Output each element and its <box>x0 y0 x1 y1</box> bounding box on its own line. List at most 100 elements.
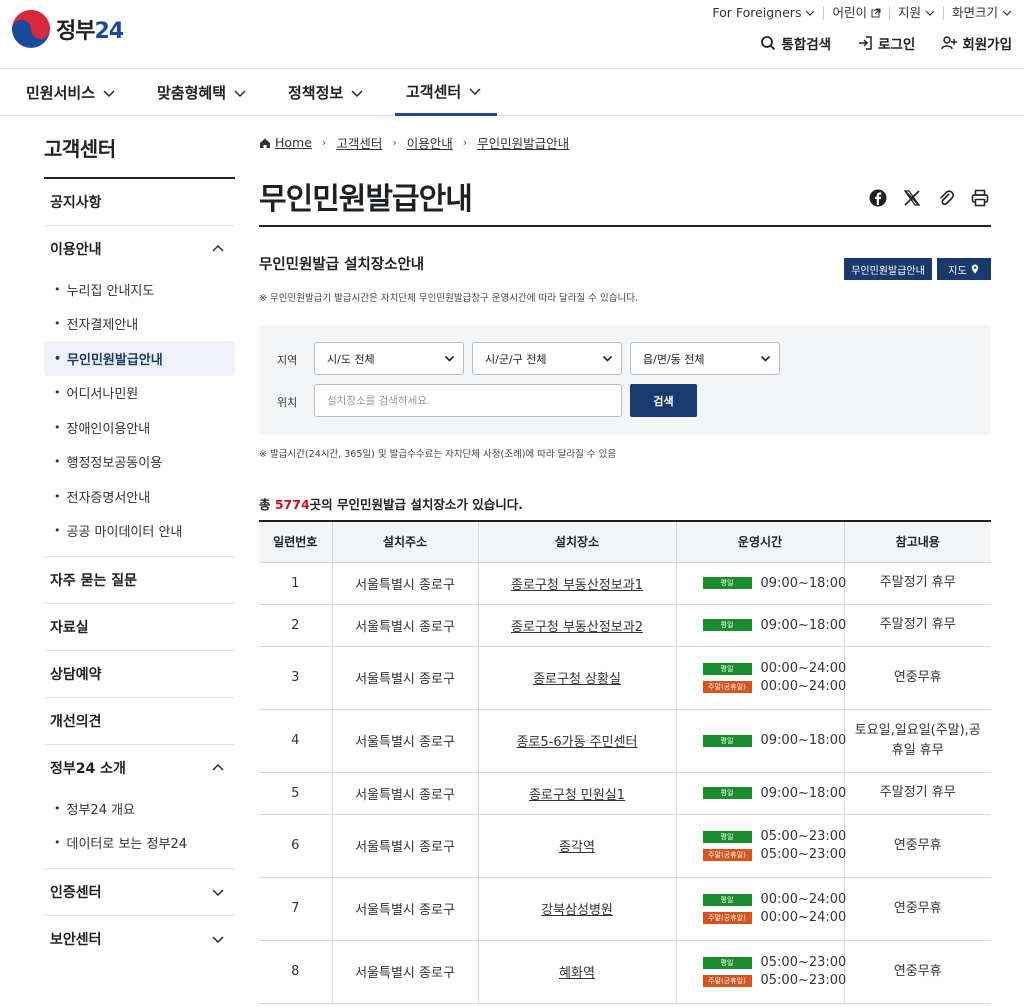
sidebar-item-usage-guide[interactable]: 이용안내 <box>44 226 235 272</box>
home-icon <box>260 138 270 148</box>
cell-place: 종로구청 부동산정보과2 <box>477 604 676 647</box>
cell-address: 서울특별시 종로구 <box>331 940 478 1004</box>
place-link[interactable]: 종로구청 부동산정보과1 <box>511 578 643 593</box>
x-twitter-icon[interactable] <box>902 188 922 208</box>
chevron-down-icon <box>469 88 481 95</box>
eupmyeondong-select[interactable]: 읍/면/동 전체 <box>630 342 780 375</box>
add-user-icon <box>941 36 958 50</box>
sidebar-item-security-center[interactable]: 보안센터 <box>44 916 235 962</box>
table-row: 5 서울특별시 종로구 종로구청 민원실1 평일 09:00~18:00 주말정기 휴무 <box>259 772 991 815</box>
issue-time-note: ※ 무인민원발급기 발급시간은 자치단체 무인민원발급창구 운영시간에 따라 달… <box>259 293 639 304</box>
login-button[interactable]: 로그인 <box>857 33 915 53</box>
cell-place: 종로5-6가동 주민센터 <box>477 709 676 773</box>
breadcrumb: Home › 고객센터 › 이용안내 › 무인민원발급안내 <box>259 133 569 152</box>
location-search-input[interactable]: 설치장소를 검색하세요. <box>314 384 622 417</box>
taegeuk-logo-icon <box>12 10 50 48</box>
location-label: 위치 <box>277 396 298 409</box>
sigungu-select[interactable]: 시/군/구 전체 <box>472 342 622 375</box>
weekday-hours: 09:00~18:00 <box>760 575 847 591</box>
place-link[interactable]: 종로5-6가동 주민센터 <box>516 735 637 750</box>
breadcrumb-home[interactable]: Home <box>275 135 312 150</box>
cell-place: 종로구청 상황실 <box>477 646 676 710</box>
link-copy-icon[interactable] <box>936 188 956 208</box>
cell-no: 7 <box>259 877 332 941</box>
cell-address: 서울특별시 종로구 <box>331 814 478 878</box>
header-actions: 통합검색 로그인 회원가입 <box>760 33 1012 53</box>
cell-remark: 연중무휴 <box>843 646 991 710</box>
sidebar-subitem-mydata[interactable]: 공공 마이데이터 안내 <box>44 514 235 549</box>
sidebar-item-auth-center[interactable]: 인증센터 <box>44 869 235 915</box>
nav-custom-benefits[interactable]: 맞춤형혜택 <box>157 69 246 116</box>
map-button[interactable]: 지도 <box>937 258 991 280</box>
weekday-tag: 평일 <box>702 787 752 799</box>
cell-hours: 평일 09:00~18:00 <box>675 604 847 647</box>
breadcrumb-separator-icon: › <box>462 136 468 149</box>
print-icon[interactable] <box>970 188 990 208</box>
map-pin-icon <box>971 264 978 274</box>
sidebar-subitem-kiosk[interactable]: 무인민원발급안내 <box>44 341 235 376</box>
place-link[interactable]: 종로구청 상황실 <box>533 672 621 687</box>
kids-link[interactable]: 어린이 <box>824 6 890 20</box>
nav-civil-services[interactable]: 민원서비스 <box>26 69 115 116</box>
weekday-tag: 평일 <box>702 619 752 631</box>
cell-hours: 평일 00:00~24:00 주말(공휴일) 00:00~24:00 <box>675 877 846 941</box>
facebook-icon[interactable] <box>868 188 888 208</box>
nav-policy-info[interactable]: 정책정보 <box>288 69 363 116</box>
table-row: 1 서울특별시 종로구 종로구청 부동산정보과1 평일 09:00~18:00 주말정기 … <box>259 562 991 605</box>
sidebar-item-notice[interactable]: 공지사항 <box>44 179 235 225</box>
sidebar-subitem-epayment[interactable]: 전자결제안내 <box>44 307 235 342</box>
cell-remark: 연중무휴 <box>843 877 991 941</box>
breadcrumb-separator-icon: › <box>392 136 397 149</box>
sidebar-item-feedback[interactable]: 개선의견 <box>44 698 235 744</box>
sidebar-subitem-disabled[interactable]: 장애인이용안내 <box>44 410 235 445</box>
chevron-down-icon <box>602 355 613 362</box>
sidebar-item-about[interactable]: 정부24 소개 <box>44 745 235 791</box>
signup-button[interactable]: 회원가입 <box>941 33 1012 53</box>
place-link[interactable]: 종로구청 부동산정보과2 <box>511 620 643 635</box>
sidebar-menu: 공지사항 이용안내 누리집 안내지도 전자결제안내 무인민원발급안내 어디서나민… <box>44 177 235 962</box>
cell-remark: 주말정기 휴무 <box>843 772 991 815</box>
sidebar-item-consult[interactable]: 상담예약 <box>44 651 235 697</box>
breadcrumb-current[interactable]: 무인민원발급안내 <box>477 133 569 152</box>
place-link[interactable]: 종로구청 민원실1 <box>529 788 625 803</box>
weekend-tag: 주말(공휴일) <box>702 911 752 924</box>
place-link[interactable]: 강북삼성병원 <box>541 903 613 918</box>
nav-customer-center[interactable]: 고객센터 <box>395 69 497 116</box>
chevron-up-icon <box>212 764 224 771</box>
place-link[interactable]: 혜화역 <box>559 966 595 981</box>
weekend-tag: 주말(공휴일) <box>702 848 752 861</box>
for-foreigners-menu[interactable]: For Foreigners <box>704 6 825 20</box>
search-button[interactable]: 통합검색 <box>760 33 831 53</box>
sidebar-subitem-sitemap[interactable]: 누리집 안내지도 <box>44 272 235 307</box>
sidebar-item-library[interactable]: 자료실 <box>44 604 235 650</box>
weekend-hours: 05:00~23:00 <box>760 847 847 862</box>
weekday-tag: 평일 <box>702 734 752 747</box>
place-link[interactable]: 종각역 <box>559 840 595 855</box>
kiosk-location-table: 일련번호 설치주소 설치장소 운영시간 참고내용 1 서울특별시 종로구 종로구청 … <box>259 520 991 1004</box>
cell-address: 서울특별시 종로구 <box>331 877 478 941</box>
weekday-hours: 05:00~23:00 <box>760 955 847 970</box>
chevron-down-icon <box>103 90 115 97</box>
breadcrumb-customer-center[interactable]: 고객센터 <box>336 133 382 152</box>
sidebar-subitem-data[interactable]: 데이터로 보는 정부24 <box>44 826 235 861</box>
table-row: 2 서울특별시 종로구 종로구청 부동산정보과2 평일 09:00~18:00 주말정기 … <box>259 604 991 647</box>
sidebar-item-faq[interactable]: 자주 묻는 질문 <box>44 557 235 603</box>
breadcrumb-usage-guide[interactable]: 이용안내 <box>407 133 453 152</box>
weekday-hours: 09:00~18:00 <box>760 617 847 633</box>
chevron-down-icon <box>760 355 771 362</box>
cell-remark: 연중무휴 <box>843 940 991 1004</box>
cell-hours: 평일 00:00~24:00 주말(공휴일) 00:00~24:00 <box>675 646 847 710</box>
sidebar-subitem-ecert[interactable]: 전자증명서안내 <box>44 479 235 514</box>
sidebar-subitem-admin-share[interactable]: 행정정보공동이용 <box>44 445 235 480</box>
cell-hours: 평일 09:00~18:00 <box>675 562 847 605</box>
search-submit-button[interactable]: 검색 <box>630 384 697 417</box>
weekday-hours: 00:00~24:00 <box>760 661 847 676</box>
font-size-menu[interactable]: 화면크기 <box>944 6 1012 20</box>
sidebar-subitem-overview[interactable]: 정부24 개요 <box>44 791 235 826</box>
weekend-hours: 05:00~23:00 <box>760 973 847 988</box>
sido-select[interactable]: 시/도 전체 <box>314 342 464 375</box>
support-menu[interactable]: 지원 <box>890 6 944 20</box>
kiosk-guide-button[interactable]: 무인민원발급안내 <box>844 258 932 280</box>
sidebar-subitem-anywhere[interactable]: 어디서나민원 <box>44 376 235 411</box>
logo[interactable]: 정부24 <box>12 10 124 48</box>
